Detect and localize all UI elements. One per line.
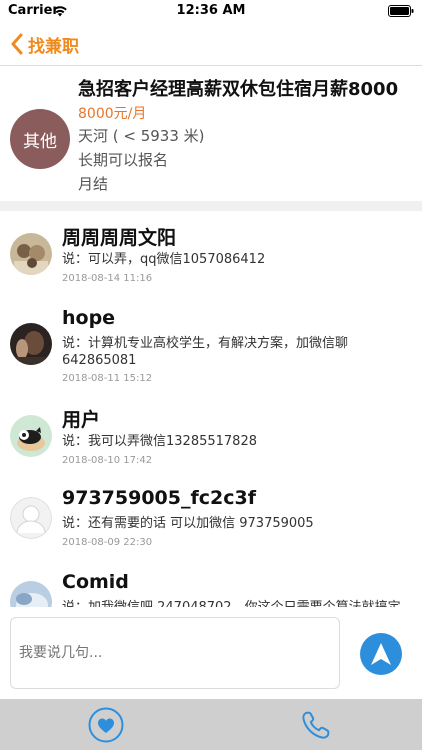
back-label: 找兼职 [28, 36, 79, 57]
comment-time: 2018-08-14 11:16 [62, 273, 153, 284]
user-avatar [10, 581, 52, 607]
comment-author: hope [62, 307, 116, 329]
job-salary: 8000元/月 [78, 106, 147, 122]
comment-time: 2018-08-09 22:30 [62, 537, 153, 548]
comment-author: 用户 [62, 409, 101, 431]
input-bar [0, 607, 422, 699]
photo-avatar-icon [10, 323, 52, 365]
job-header: 其他 急招客户经理高薪双休包住宿月薪8000 8000元/月 天河 ( < 59… [0, 67, 422, 201]
user-avatar [10, 415, 52, 457]
cat-avatar-icon [10, 415, 52, 457]
section-divider [0, 201, 422, 211]
favorite-button[interactable] [88, 707, 124, 743]
default-avatar-icon [10, 497, 52, 539]
status-time: 12:36 AM [176, 3, 246, 18]
comment-text: 说：还有需要的话 可以加微信 973759005 [62, 516, 314, 531]
screen: Carrier 12:36 AM 找兼职 其他 急招客户经理高薪双休包住宿月薪8… [0, 0, 422, 750]
user-avatar [10, 233, 52, 275]
comment-item: hope 说：计算机专业高校学生，有解决方案，加微信聊642865081 201… [0, 301, 422, 395]
send-button[interactable] [360, 633, 402, 675]
status-bar: Carrier 12:36 AM [0, 0, 422, 22]
comment-item: 用户 说：我可以弄微信13285517828 2018-08-10 17:42 [0, 395, 422, 485]
heart-icon [88, 707, 124, 743]
comment-text: 说：加我微信吧 247048702，你这个只需要个算法就搞定 [62, 599, 412, 607]
send-icon [371, 643, 391, 665]
comment-time: 2018-08-10 17:42 [62, 455, 153, 466]
nav-bar: 找兼职 [0, 22, 422, 66]
message-input[interactable] [10, 617, 340, 689]
comment-item: 周周周周文阳 说：可以弄，qq微信1057086412 2018-08-14 1… [0, 211, 422, 301]
user-avatar [10, 497, 52, 539]
comment-item: Comid 说：加我微信吧 247048702，你这个只需要个算法就搞定 [0, 567, 422, 607]
call-button[interactable] [298, 707, 334, 743]
job-duration: 长期可以报名 [78, 151, 169, 169]
job-location: 天河 ( < 5933 米) [78, 127, 205, 145]
comment-text: 说：我可以弄微信13285517828 [62, 434, 257, 449]
category-avatar: 其他 [10, 109, 70, 169]
photo-avatar-icon [10, 581, 52, 607]
comment-text: 说：计算机专业高校学生，有解决方案，加微信聊642865081 [62, 336, 349, 368]
comment-text: 说：可以弄，qq微信1057086412 [62, 252, 266, 267]
category-label: 其他 [23, 131, 57, 152]
comment-time: 2018-08-11 15:12 [62, 373, 153, 384]
user-avatar [10, 323, 52, 365]
comment-item: 973759005_fc2c3f 说：还有需要的话 可以加微信 97375900… [0, 483, 422, 573]
job-payment: 月结 [78, 175, 109, 193]
back-button[interactable]: 找兼职 [10, 30, 79, 58]
comment-author: 973759005_fc2c3f [62, 487, 256, 509]
chevron-left-icon [11, 33, 23, 55]
bottom-toolbar [0, 699, 422, 750]
battery-icon [388, 5, 414, 17]
photo-avatar-icon [10, 233, 52, 275]
job-title: 急招客户经理高薪双休包住宿月薪8000 [78, 79, 399, 100]
phone-icon [302, 711, 330, 739]
comments-list[interactable]: 周周周周文阳 说：可以弄，qq微信1057086412 2018-08-14 1… [0, 211, 422, 607]
comment-author: Comid [62, 571, 129, 593]
comment-author: 周周周周文阳 [62, 227, 177, 249]
